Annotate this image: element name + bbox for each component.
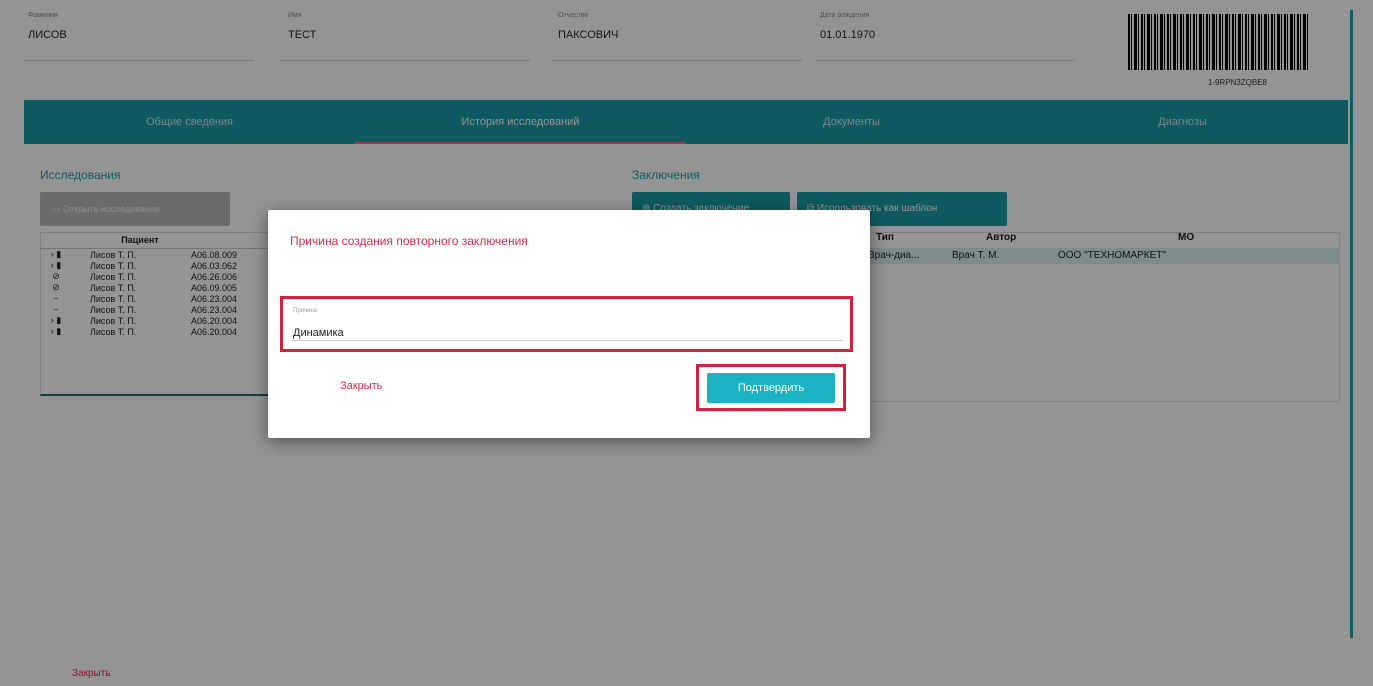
reason-label: Причина xyxy=(293,308,318,314)
reason-input[interactable] xyxy=(293,327,833,339)
confirm-button[interactable]: Подтвердить xyxy=(707,373,835,403)
dialog-title: Причина создания повторного заключения xyxy=(290,234,528,248)
reason-underline xyxy=(291,340,842,341)
close-button[interactable]: Закрыть xyxy=(340,380,382,392)
repeat-conclusion-dialog: Причина создания повторного заключения П… xyxy=(268,210,870,438)
reason-field[interactable]: Причина xyxy=(280,296,853,352)
confirm-highlight: Подтвердить xyxy=(696,364,846,411)
